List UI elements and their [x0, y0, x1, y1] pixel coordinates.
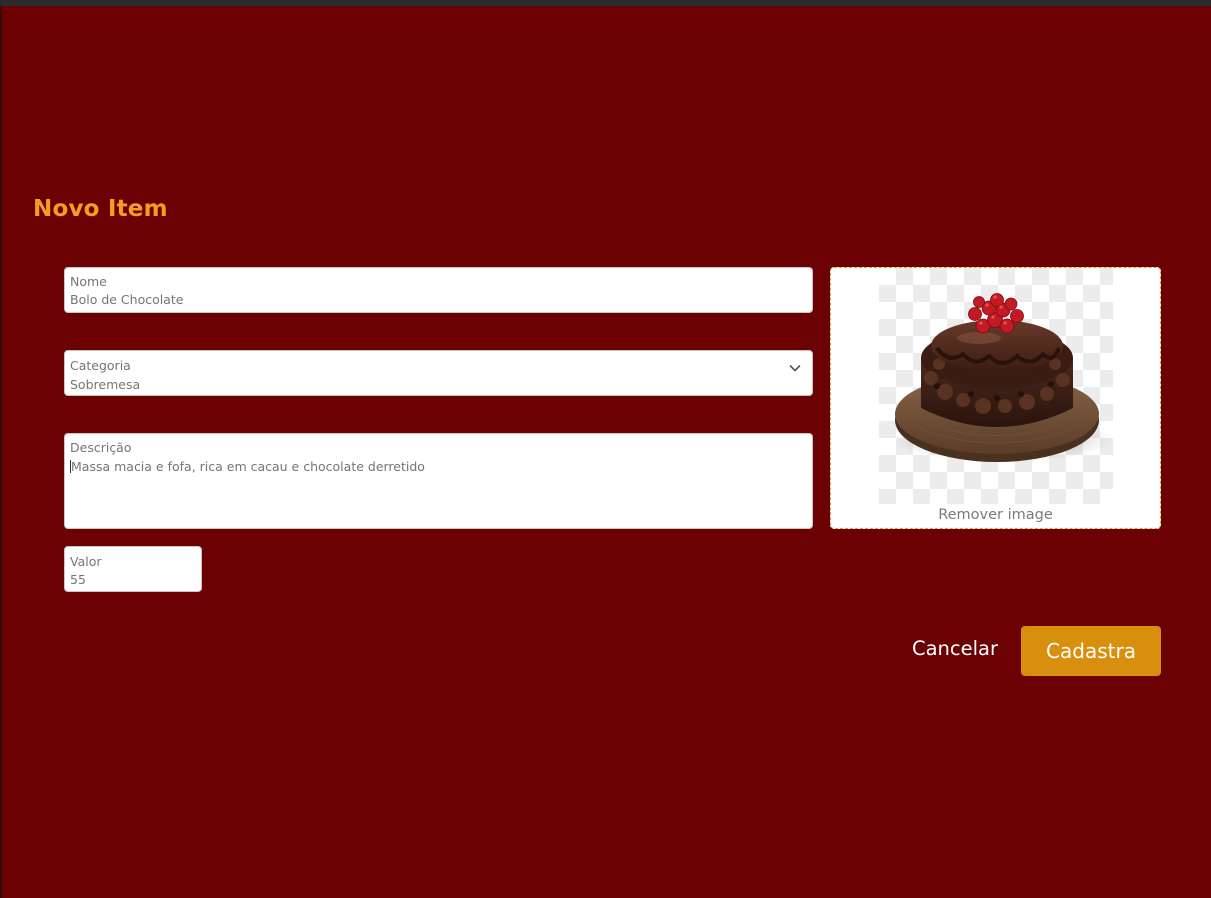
- cancel-button[interactable]: Cancelar: [900, 632, 1010, 664]
- nome-label: Nome: [70, 274, 107, 289]
- transparency-checkerboard: [879, 268, 1113, 504]
- chocolate-cake-image: [893, 293, 1113, 462]
- image-dropzone[interactable]: Remover image: [830, 267, 1161, 529]
- submit-button[interactable]: Cadastra: [1021, 626, 1161, 676]
- valor-label: Valor: [70, 554, 102, 569]
- valor-field[interactable]: Valor 55: [64, 546, 202, 592]
- categoria-selected-value[interactable]: Sobremesa: [70, 377, 140, 392]
- descricao-text: Massa macia e fofa, rica em cacau e choc…: [71, 459, 425, 474]
- nome-field[interactable]: Nome Bolo de Chocolate: [64, 267, 813, 313]
- descricao-textarea[interactable]: Massa macia e fofa, rica em cacau e choc…: [70, 459, 425, 474]
- descricao-field[interactable]: Descrição Massa macia e fofa, rica em ca…: [64, 433, 813, 529]
- window-left-edge: [0, 6, 2, 898]
- nome-input[interactable]: Bolo de Chocolate: [70, 292, 183, 307]
- remove-image-link[interactable]: Remover image: [831, 507, 1160, 523]
- valor-input[interactable]: 55: [70, 572, 86, 587]
- page-title: Novo Item: [33, 196, 168, 222]
- categoria-label: Categoria: [70, 358, 131, 373]
- descricao-label: Descrição: [70, 440, 132, 455]
- chevron-down-icon[interactable]: [788, 361, 802, 375]
- categoria-select[interactable]: Categoria Sobremesa: [64, 350, 813, 396]
